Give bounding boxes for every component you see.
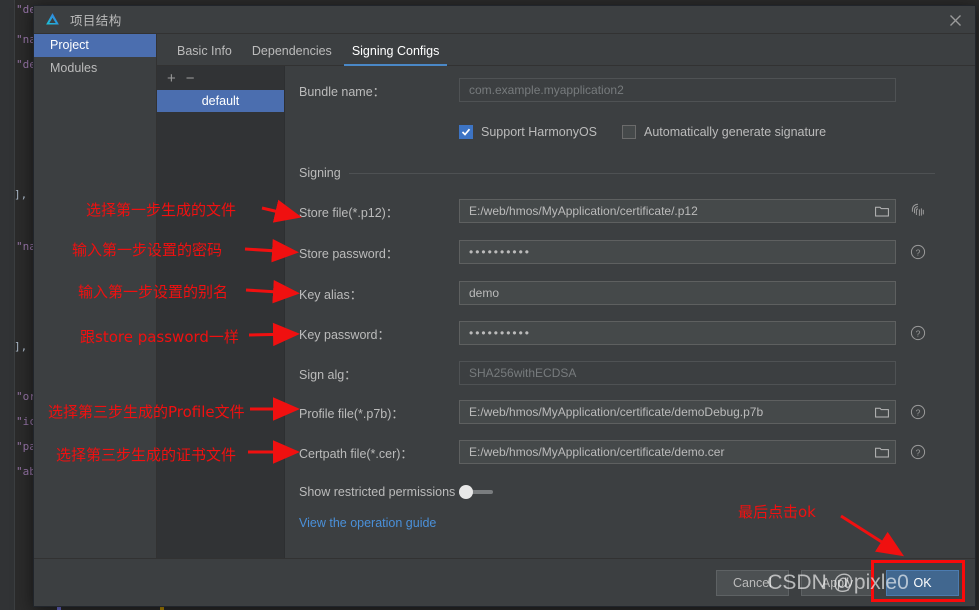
bundle-name-value: com.example.myapplication2 xyxy=(469,83,624,97)
store-file-value: E:/web/hmos/MyApplication/certificate/.p… xyxy=(469,204,698,218)
auto-generate-signature-checkbox-row[interactable]: Automatically generate signature xyxy=(622,122,826,142)
svg-text:?: ? xyxy=(916,247,921,257)
code-line: ], xyxy=(14,340,28,353)
auto-generate-signature-checkbox[interactable] xyxy=(622,125,636,139)
svg-text:?: ? xyxy=(916,328,921,338)
fingerprint-icon[interactable] xyxy=(910,202,926,220)
operation-guide-link[interactable]: View the operation guide xyxy=(299,516,436,530)
restricted-permissions-toggle[interactable] xyxy=(459,485,495,499)
key-password-value: •••••••••• xyxy=(469,326,532,340)
key-password-row: Key password： •••••••••• ? xyxy=(285,321,975,345)
bundle-name-input[interactable]: com.example.myapplication2 xyxy=(459,78,896,102)
help-icon[interactable]: ? xyxy=(910,325,926,341)
sign-alg-label: Sign alg： xyxy=(299,367,357,382)
dialog-title: 项目结构 xyxy=(70,14,122,28)
profile-file-input[interactable]: E:/web/hmos/MyApplication/certificate/de… xyxy=(459,400,896,424)
config-list-item-default[interactable]: default xyxy=(157,90,284,112)
dialog-pane: Basic Info Dependencies Signing Configs … xyxy=(157,34,975,558)
svg-text:?: ? xyxy=(916,407,921,417)
certpath-file-input[interactable]: E:/web/hmos/MyApplication/certificate/de… xyxy=(459,440,896,464)
check-icon xyxy=(461,128,471,136)
store-password-row: Store password： •••••••••• ? xyxy=(285,240,975,264)
store-file-label: Store file(*.p12)： xyxy=(299,205,399,220)
key-alias-label: Key alias： xyxy=(299,287,363,302)
tab-dependencies[interactable]: Dependencies xyxy=(242,44,342,65)
sign-alg-row: Sign alg： SHA256withECDSA xyxy=(285,361,975,385)
certpath-file-row: Certpath file(*.cer)： E:/web/hmos/MyAppl… xyxy=(285,440,975,464)
sign-alg-value: SHA256withECDSA xyxy=(469,366,577,380)
certpath-file-value: E:/web/hmos/MyApplication/certificate/de… xyxy=(469,445,725,459)
toggle-knob xyxy=(459,485,473,499)
store-password-value: •••••••••• xyxy=(469,245,532,259)
key-alias-input[interactable]: demo xyxy=(459,281,896,305)
tab-signing-configs[interactable]: Signing Configs xyxy=(342,44,450,66)
certpath-file-label: Certpath file(*.cer)： xyxy=(299,446,413,461)
deveco-logo-icon xyxy=(46,13,59,25)
store-password-label: Store password： xyxy=(299,246,399,261)
tabbar: Basic Info Dependencies Signing Configs xyxy=(157,34,975,66)
key-password-label: Key password： xyxy=(299,327,391,342)
cancel-button[interactable]: Cancel xyxy=(716,569,789,596)
svg-text:?: ? xyxy=(916,447,921,457)
profile-file-value: E:/web/hmos/MyApplication/certificate/de… xyxy=(469,405,764,419)
ok-button[interactable]: OK xyxy=(886,569,959,596)
support-harmonyos-checkbox-row[interactable]: Support HarmonyOS xyxy=(459,122,597,142)
restricted-permissions-label: Show restricted permissions xyxy=(299,485,456,499)
store-file-row: Store file(*.p12)： E:/web/hmos/MyApplica… xyxy=(285,199,975,223)
key-password-input[interactable]: •••••••••• xyxy=(459,321,896,345)
store-file-input[interactable]: E:/web/hmos/MyApplication/certificate/.p… xyxy=(459,199,896,223)
profile-file-label: Profile file(*.p7b)： xyxy=(299,406,404,421)
signing-config-list-panel: + − default xyxy=(157,66,285,558)
dialog-titlebar: 项目结构 xyxy=(34,6,975,33)
signing-form: Bundle name： com.example.myapplication2 … xyxy=(285,66,975,558)
remove-config-button[interactable]: − xyxy=(186,71,195,86)
bundle-name-row: Bundle name： com.example.myapplication2 xyxy=(285,78,975,102)
editor-gutter xyxy=(0,0,15,610)
signing-section-header: Signing xyxy=(299,166,935,180)
help-icon[interactable]: ? xyxy=(910,404,926,420)
store-password-input[interactable]: •••••••••• xyxy=(459,240,896,264)
profile-file-row: Profile file(*.p7b)： E:/web/hmos/MyAppli… xyxy=(285,400,975,424)
code-line: ], xyxy=(14,188,28,201)
sidebar-item-project[interactable]: Project xyxy=(34,34,156,57)
bundle-name-label: Bundle name： xyxy=(299,84,386,99)
sign-alg-input: SHA256withECDSA xyxy=(459,361,896,385)
folder-icon[interactable] xyxy=(869,200,895,222)
restricted-permissions-row: Show restricted permissions xyxy=(285,480,975,504)
auto-generate-signature-label[interactable]: Automatically generate signature xyxy=(644,125,826,139)
help-icon[interactable]: ? xyxy=(910,444,926,460)
support-harmonyos-checkbox[interactable] xyxy=(459,125,473,139)
dialog-footer: Cancel Apply OK xyxy=(34,558,975,606)
tab-basic-info[interactable]: Basic Info xyxy=(167,44,242,65)
dialog-body: Project Modules Basic Info Dependencies … xyxy=(34,33,975,558)
tab-content: + − default Bundle name： com.example.mya… xyxy=(157,66,975,558)
add-config-button[interactable]: + xyxy=(167,71,176,86)
key-alias-row: Key alias： demo xyxy=(285,281,975,305)
signing-section-title: Signing xyxy=(299,166,341,180)
config-list-toolbar: + − xyxy=(157,66,284,90)
folder-icon[interactable] xyxy=(869,441,895,463)
support-harmonyos-label[interactable]: Support HarmonyOS xyxy=(481,125,597,139)
folder-icon[interactable] xyxy=(869,401,895,423)
key-alias-value: demo xyxy=(469,286,500,300)
dialog-sidebar: Project Modules xyxy=(34,34,157,558)
close-icon[interactable] xyxy=(943,8,967,32)
apply-button[interactable]: Apply xyxy=(801,569,874,596)
project-structure-dialog: 项目结构 Project Modules Basic Info Dependen… xyxy=(33,5,976,607)
section-divider xyxy=(348,172,935,174)
sidebar-item-modules[interactable]: Modules xyxy=(34,57,156,80)
help-icon[interactable]: ? xyxy=(910,244,926,260)
